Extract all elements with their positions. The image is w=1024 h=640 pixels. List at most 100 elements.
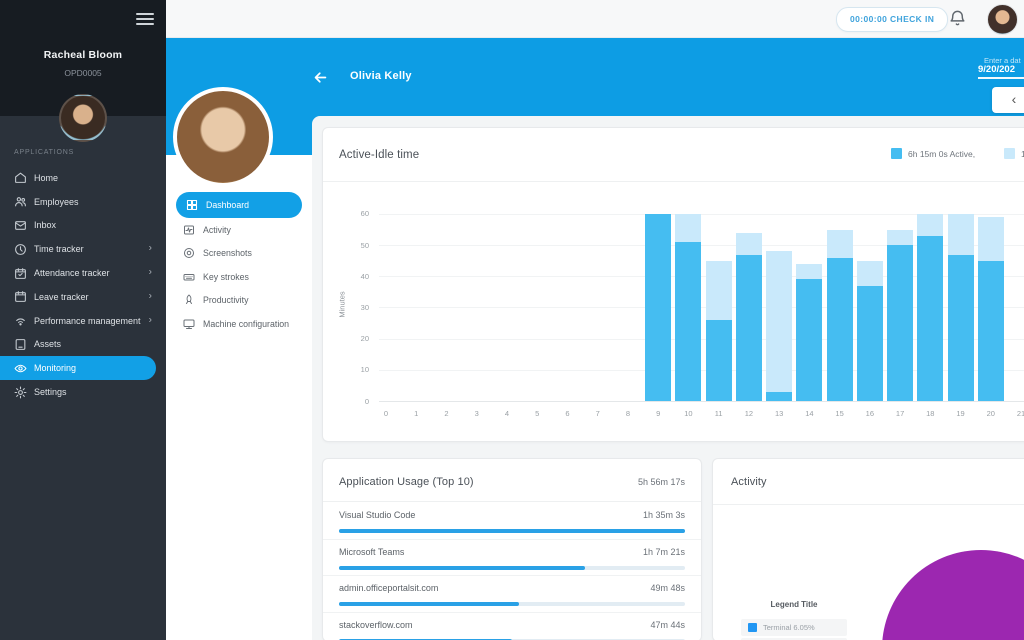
date-input[interactable]: 9/20/202 <box>978 64 1015 75</box>
usage-progress-track <box>339 529 685 533</box>
performance-icon <box>14 314 27 327</box>
usage-row: stackoverflow.com47m 44s <box>323 612 701 640</box>
subnav-item-label: Machine configuration <box>203 319 289 329</box>
sidebar-item-monitoring[interactable]: Monitoring <box>0 356 156 380</box>
sidebar-item-attendance-tracker[interactable]: Attendance tracker › <box>0 261 166 285</box>
y-tick-label: 20 <box>335 334 369 343</box>
usage-row: Microsoft Teams 1h 7m 21s <box>323 539 701 577</box>
subnav-item-machine-configuration[interactable]: Machine configuration <box>166 312 312 335</box>
sidebar-item-home[interactable]: Home <box>0 166 166 190</box>
keyboard-icon <box>183 271 195 283</box>
assets-icon <box>14 338 27 351</box>
subnav-item-activity[interactable]: Activity <box>166 218 312 241</box>
bar-idle-h10 <box>675 214 701 242</box>
y-tick-label: 10 <box>335 365 369 374</box>
sidebar-item-performance-management[interactable]: Performance management › <box>0 309 166 333</box>
sidebar-item-employees[interactable]: Employees <box>0 190 166 214</box>
bar-active-h12 <box>736 255 762 401</box>
sidebar-item-label: Settings <box>34 387 67 397</box>
bar-active-h16 <box>857 286 883 401</box>
bar-idle-h16 <box>857 261 883 286</box>
activity-pie-chart <box>882 550 1024 640</box>
y-tick-label: 50 <box>335 241 369 250</box>
sidebar-nav: Home Employees Inbox Time tracker › Atte… <box>0 166 166 404</box>
subnav-item-dashboard[interactable]: Dashboard <box>176 192 302 218</box>
top-bar: 00:00:00 CHECK IN <box>166 0 1024 38</box>
menu-toggle-icon[interactable] <box>136 13 154 27</box>
dashboard-grid-icon <box>186 199 198 211</box>
x-tick-label: 7 <box>587 409 609 418</box>
app-name: Microsoft Teams <box>339 547 404 557</box>
subnav-item-label: Dashboard <box>206 200 249 210</box>
gear-icon <box>14 386 27 399</box>
x-tick-label: 17 <box>889 409 911 418</box>
x-tick-label: 4 <box>496 409 518 418</box>
application-usage-card: Application Usage (Top 10) 5h 56m 17s Vi… <box>322 458 702 640</box>
pie-legend-item: Terminal 6.05% <box>741 619 847 636</box>
employee-subnav-panel: Dashboard Activity Screenshots Key strok… <box>166 155 312 640</box>
sidebar-item-label: Employees <box>34 197 79 207</box>
x-tick-label: 1 <box>405 409 427 418</box>
active-idle-chart: 0102030405060012345678910111213141516171… <box>323 128 1024 441</box>
sidebar-item-time-tracker[interactable]: Time tracker › <box>0 237 166 261</box>
sidebar-user-id: OPD0005 <box>0 68 166 78</box>
subnav-item-screenshots[interactable]: Screenshots <box>166 241 312 264</box>
subnav-item-productivity[interactable]: Productivity <box>166 288 312 311</box>
subnav-item-label: Productivity <box>203 295 248 305</box>
bar-idle-h17 <box>887 230 913 246</box>
back-arrow-icon[interactable] <box>312 69 329 86</box>
sidebar-item-label: Leave tracker <box>34 292 89 302</box>
app-time: 1h 7m 21s <box>643 547 685 557</box>
prev-day-button[interactable]: ‹ <box>992 87 1024 113</box>
app-name: Visual Studio Code <box>339 510 415 520</box>
card-title: Activity <box>731 476 767 488</box>
bar-idle-h11 <box>706 261 732 320</box>
envelope-icon <box>14 219 27 232</box>
chevron-right-icon: › <box>149 290 152 301</box>
app-name: admin.officeportalsit.com <box>339 583 438 593</box>
bar-active-h14 <box>796 279 822 401</box>
check-in-button[interactable]: 00:00:00 CHECK IN <box>836 7 948 32</box>
sidebar-item-settings[interactable]: Settings <box>0 380 166 404</box>
sidebar-item-label: Time tracker <box>34 244 84 254</box>
app-time: 1h 35m 3s <box>643 510 685 520</box>
usage-total-time: 5h 56m 17s <box>638 477 685 487</box>
notification-bell-icon[interactable] <box>948 9 967 28</box>
sidebar-item-assets[interactable]: Assets <box>0 333 166 357</box>
bar-active-h10 <box>675 242 701 401</box>
calendar-icon <box>14 290 27 303</box>
bar-idle-h12 <box>736 233 762 255</box>
sidebar-item-label: Inbox <box>34 220 56 230</box>
clock-icon <box>14 243 27 256</box>
x-tick-label: 13 <box>768 409 790 418</box>
usage-progress-track <box>339 602 685 606</box>
chevron-right-icon: › <box>149 267 152 278</box>
employee-avatar <box>173 87 273 187</box>
sidebar-user-name: Racheal Bloom <box>0 49 166 61</box>
bar-idle-h15 <box>827 230 853 258</box>
gridline <box>379 401 1024 402</box>
usage-row: Visual Studio Code 1h 35m 3s <box>323 502 701 540</box>
usage-progress-track <box>339 566 685 570</box>
x-tick-label: 18 <box>919 409 941 418</box>
employee-name: Olivia Kelly <box>350 70 412 82</box>
sidebar-item-leave-tracker[interactable]: Leave tracker › <box>0 285 166 309</box>
x-tick-label: 0 <box>375 409 397 418</box>
y-tick-label: 30 <box>335 303 369 312</box>
sidebar-section-label: APPLICATIONS <box>14 149 74 156</box>
app-window: Olivia Kelly Enter a dat 9/20/202 ‹ 00:0… <box>0 0 1024 640</box>
bar-idle-h13 <box>766 251 792 391</box>
rocket-icon <box>183 294 195 306</box>
current-user-avatar[interactable] <box>987 4 1018 35</box>
bar-active-h19 <box>948 255 974 401</box>
x-tick-label: 9 <box>647 409 669 418</box>
legend-label: Terminal 6.05% <box>763 623 815 632</box>
app-time: 47m 44s <box>650 620 685 630</box>
subnav-item-key-strokes[interactable]: Key strokes <box>166 265 312 288</box>
sidebar-item-inbox[interactable]: Inbox <box>0 214 166 238</box>
eye-icon <box>14 362 27 375</box>
y-tick-label: 0 <box>335 397 369 406</box>
home-icon <box>14 171 27 184</box>
x-tick-label: 12 <box>738 409 760 418</box>
subnav-item-label: Key strokes <box>203 272 249 282</box>
